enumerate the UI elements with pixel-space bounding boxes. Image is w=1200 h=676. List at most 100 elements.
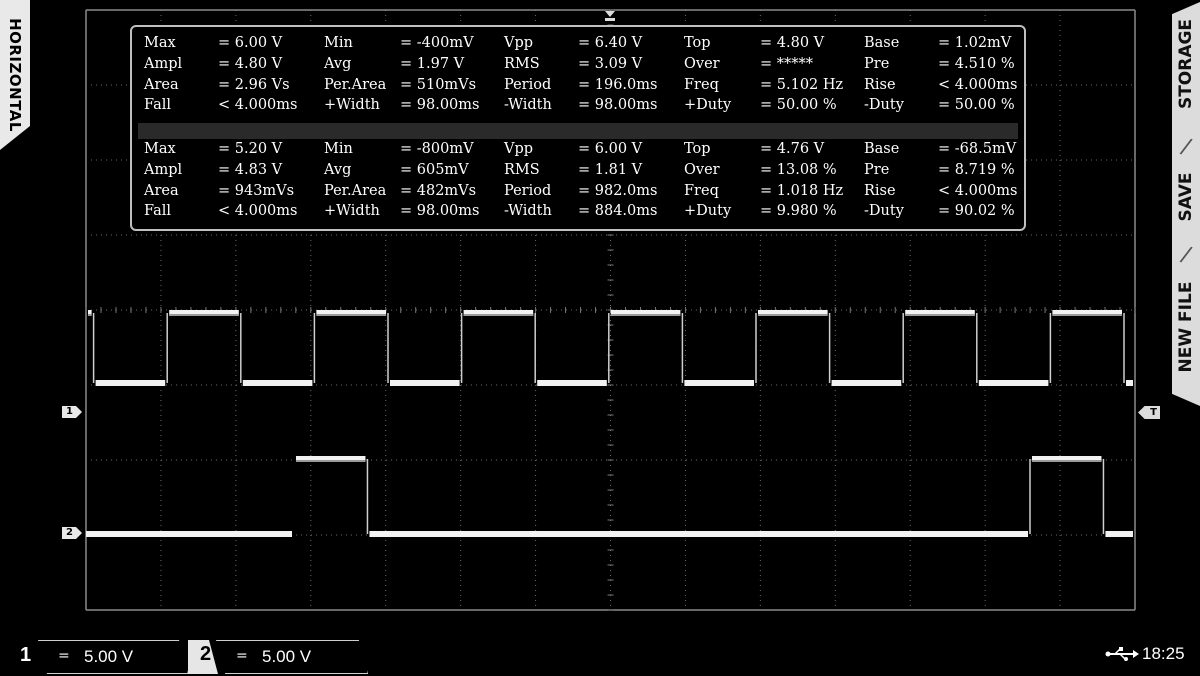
measurement-value: = -800mV	[400, 141, 474, 157]
measurement-value: = 5.20 V	[218, 141, 283, 157]
measurement-value: = 884.0ms	[578, 203, 658, 220]
measurement-value: = 4.510 %	[938, 55, 1015, 72]
measurement-value: = 4.80 V	[218, 55, 283, 72]
measurement-label: Fall	[144, 97, 171, 114]
measurement-value: = -68.5mV	[938, 141, 1017, 157]
measurement-value: = 2.96 Vs	[218, 76, 290, 93]
measurement-label: Ampl	[144, 55, 183, 72]
ch1-trace-segment	[831, 380, 902, 386]
measurement-label: Base	[864, 35, 900, 51]
measurement-label: Fall	[144, 203, 171, 220]
ch1-measurement-row: Max = 6.00 V Min = -400mV Vpp = 6.40 V Top = 4.…	[132, 35, 1024, 55]
measurement-label: Over	[684, 161, 720, 178]
waveform-traces	[86, 310, 1133, 537]
measurement-value: < 4.000ms	[938, 76, 1018, 93]
measurement-label: Over	[684, 55, 720, 72]
measurement-value: = 50.00 %	[760, 97, 837, 114]
ch2-measurement-row: Fall < 4.000ms +Width = 98.00ms -Width = 884.…	[132, 203, 1024, 223]
measurement-label: Avg	[324, 161, 352, 178]
ch2-scale: 5.00 V	[262, 647, 312, 666]
measurement-value: = 1.018 Hz	[760, 182, 844, 199]
usb-icon	[1105, 647, 1139, 661]
measurement-value: = 50.00 %	[938, 97, 1015, 114]
measurement-label: Freq	[684, 182, 719, 199]
ch1-scale-box[interactable]: = 5.00 V	[38, 640, 188, 674]
measurement-value: = 196.0ms	[578, 76, 658, 93]
measurement-value: = 482mVs	[400, 182, 477, 199]
measurement-value: = 98.00ms	[578, 97, 658, 114]
measurement-label: RMS	[504, 161, 540, 178]
measurement-divider	[138, 123, 1018, 139]
ch2-number: 2	[200, 643, 212, 665]
ch1-coupling-icon: =	[58, 648, 70, 664]
measurement-value: = 510mVs	[400, 76, 477, 93]
measurement-panel: Max = 6.00 V Min = -400mV Vpp = 6.40 V Top = 4.…	[130, 25, 1026, 231]
status-bar: 1 = 5.00 V 2 = 5.00 V 18:25	[0, 632, 1200, 676]
measurement-value: = 605mV	[400, 161, 469, 178]
ch2-measurement-row: Area = 943mVs Per.Area = 482mVs Period = 982.…	[132, 183, 1024, 203]
measurement-label: Per.Area	[324, 182, 387, 199]
measurement-value: = 6.40 V	[578, 35, 643, 51]
measurement-value: = 90.02 %	[938, 203, 1015, 220]
measurement-label: Freq	[684, 76, 719, 93]
measurement-label: +Duty	[684, 203, 732, 220]
measurement-value: = 13.08 %	[760, 161, 837, 178]
measurement-value: = 943mVs	[218, 182, 295, 199]
measurement-label: Per.Area	[324, 76, 387, 93]
measurement-label: -Duty	[864, 203, 904, 220]
measurement-label: Period	[504, 182, 552, 199]
measurement-label: Period	[504, 76, 552, 93]
clock-time: 18:25	[1142, 644, 1185, 663]
ch2-coupling-icon: =	[236, 648, 248, 664]
measurement-value: = 98.00ms	[400, 203, 480, 220]
measurement-label: Vpp	[504, 141, 534, 157]
measurement-value: = -400mV	[400, 35, 474, 51]
measurement-label: Min	[324, 141, 353, 157]
measurement-label: Rise	[864, 76, 896, 93]
measurement-label: Max	[144, 141, 176, 157]
measurement-value: < 4.000ms	[938, 182, 1018, 199]
measurement-value: = 3.09 V	[578, 55, 643, 72]
measurement-label: Area	[144, 182, 179, 199]
measurement-label: Avg	[324, 55, 352, 72]
ch2-measurement-row: Max = 5.20 V Min = -800mV Vpp = 6.00 V Top = 4.…	[132, 141, 1024, 161]
measurement-label: Max	[144, 35, 176, 51]
ch1-trace-segment	[537, 380, 607, 386]
measurement-label: Rise	[864, 182, 896, 199]
ch1-measurement-row: Ampl = 4.80 V Avg = 1.97 V RMS = 3.09 V Over = …	[132, 56, 1024, 76]
measurement-value: = 1.81 V	[578, 161, 643, 178]
measurement-label: +Width	[324, 203, 380, 220]
measurement-value: = 5.102 Hz	[760, 76, 844, 93]
measurement-value: = 4.80 V	[760, 35, 825, 51]
measurement-value: = 1.97 V	[400, 55, 465, 72]
measurement-value: < 4.000ms	[218, 203, 298, 220]
measurement-label: +Width	[324, 97, 380, 114]
measurement-value: = 1.02mV	[938, 35, 1012, 51]
ch1-trace-segment	[684, 380, 754, 386]
measurement-value: = 6.00 V	[218, 35, 283, 51]
ch2-tab[interactable]: 2	[188, 640, 218, 674]
ch1-scale: 5.00 V	[84, 647, 134, 666]
ch2-scale-box[interactable]: = 5.00 V	[216, 640, 368, 674]
measurement-value: < 4.000ms	[218, 97, 298, 114]
ch2-measurement-row: Ampl = 4.83 V Avg = 605mV RMS = 1.81 V Over = 1…	[132, 162, 1024, 182]
measurement-label: -Width	[504, 203, 552, 220]
measurement-label: Top	[684, 141, 711, 157]
measurement-value: = 8.719 %	[938, 161, 1015, 178]
measurement-label: Top	[684, 35, 711, 51]
ch1-trace-segment	[1126, 380, 1133, 386]
ch2-trace-segment	[1105, 531, 1133, 537]
ch1-number[interactable]: 1	[20, 644, 31, 667]
measurement-value: = *****	[760, 55, 814, 72]
measurement-value: = 4.83 V	[218, 161, 283, 178]
measurement-label: +Duty	[684, 97, 732, 114]
measurement-label: -Duty	[864, 97, 904, 114]
measurement-label: Pre	[864, 55, 890, 72]
ch2-trace-segment	[369, 531, 1029, 537]
measurement-label: -Width	[504, 97, 552, 114]
measurement-label: Ampl	[144, 161, 183, 178]
measurement-label: RMS	[504, 55, 540, 72]
horizontal-position-marker[interactable]	[604, 10, 616, 22]
measurement-label: Min	[324, 35, 353, 51]
ch1-trace-segment	[390, 380, 460, 386]
